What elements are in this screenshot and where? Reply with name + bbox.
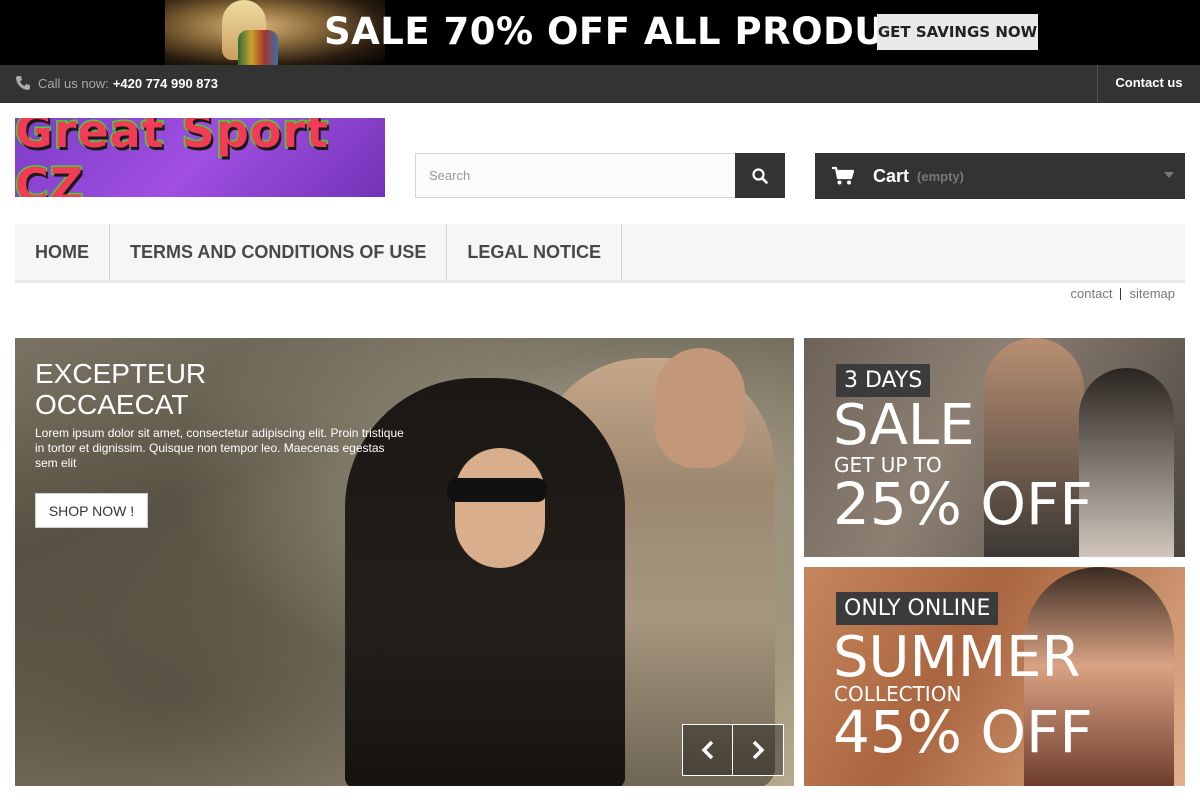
promo-discount: 25% OFF [833,470,1093,538]
promo-tag: ONLY ONLINE [836,592,999,625]
promo-headline: SALE [833,393,975,458]
contact-link[interactable]: contact [1071,286,1113,301]
slide-sunglasses [447,478,547,502]
slider-next-button[interactable] [733,724,784,776]
top-nav-bar: Call us now: +420 774 990 873 Contact us [0,65,1200,103]
chevron-down-icon [1164,172,1174,178]
slide-title-line2: OCCAECAT [35,389,189,420]
search-icon [752,167,768,184]
menu-item-home[interactable]: HOME [15,224,110,280]
promo-woman-figure [1079,368,1174,557]
search-button[interactable] [735,153,785,198]
menu-item-terms[interactable]: TERMS AND CONDITIONS OF USE [110,224,448,280]
slide-woman-face [455,448,545,568]
slide-man-head [655,348,745,468]
promo-discount: 45% OFF [833,698,1093,766]
search-input[interactable] [416,154,735,197]
phone-icon [16,76,30,90]
slide-title-line1: EXCEPTEUR [35,358,207,389]
promo-banner-3days-sale[interactable]: 3 DAYS SALE GET UP TO 25% OFF [804,338,1185,557]
homepage-slider: EXCEPTEUR OCCAECAT Lorem ipsum dolor sit… [15,338,794,786]
cart-block[interactable]: Cart (empty) [815,153,1185,199]
shop-now-button[interactable]: SHOP NOW ! [35,493,148,528]
cart-status: (empty) [917,168,964,184]
sitemap-link[interactable]: sitemap [1129,286,1175,301]
slide-title: EXCEPTEUR OCCAECAT [35,358,415,420]
logo-text: Great Sport CZ [15,118,330,197]
search-bar [415,153,785,198]
promo-headline: SUMMER [833,625,1081,690]
top-promo-banner[interactable]: SALE 70% OFF ALL PRODUCTS GET SAVINGS NO… [0,0,1200,65]
phone-number: +420 774 990 873 [112,75,218,91]
cart-icon [832,166,855,185]
slider-controls [682,724,784,776]
cart-label: Cart [873,165,910,186]
link-separator [1120,287,1122,300]
utility-links: contact sitemap [1071,286,1175,301]
contact-us-link[interactable]: Contact us [1097,65,1200,103]
slide-description: Lorem ipsum dolor sit amet, consectetur … [35,426,404,470]
chevron-right-icon [752,740,765,760]
main-menu: HOME TERMS AND CONDITIONS OF USE LEGAL N… [15,224,1185,283]
site-logo[interactable]: Great Sport CZ [15,118,385,197]
phone-info: Call us now: +420 774 990 873 [15,75,218,91]
menu-item-legal-notice[interactable]: LEGAL NOTICE [447,224,623,280]
banner-headline: SALE 70% OFF ALL PRODUCTS [324,10,966,53]
call-label: Call us now: [38,75,109,91]
promo-banner-summer-collection[interactable]: ONLY ONLINE SUMMER COLLECTION 45% OFF [804,567,1185,786]
get-savings-button[interactable]: GET SAVINGS NOW [877,14,1038,50]
slider-prev-button[interactable] [682,724,733,776]
banner-model-body [238,30,278,65]
chevron-left-icon [701,740,713,760]
